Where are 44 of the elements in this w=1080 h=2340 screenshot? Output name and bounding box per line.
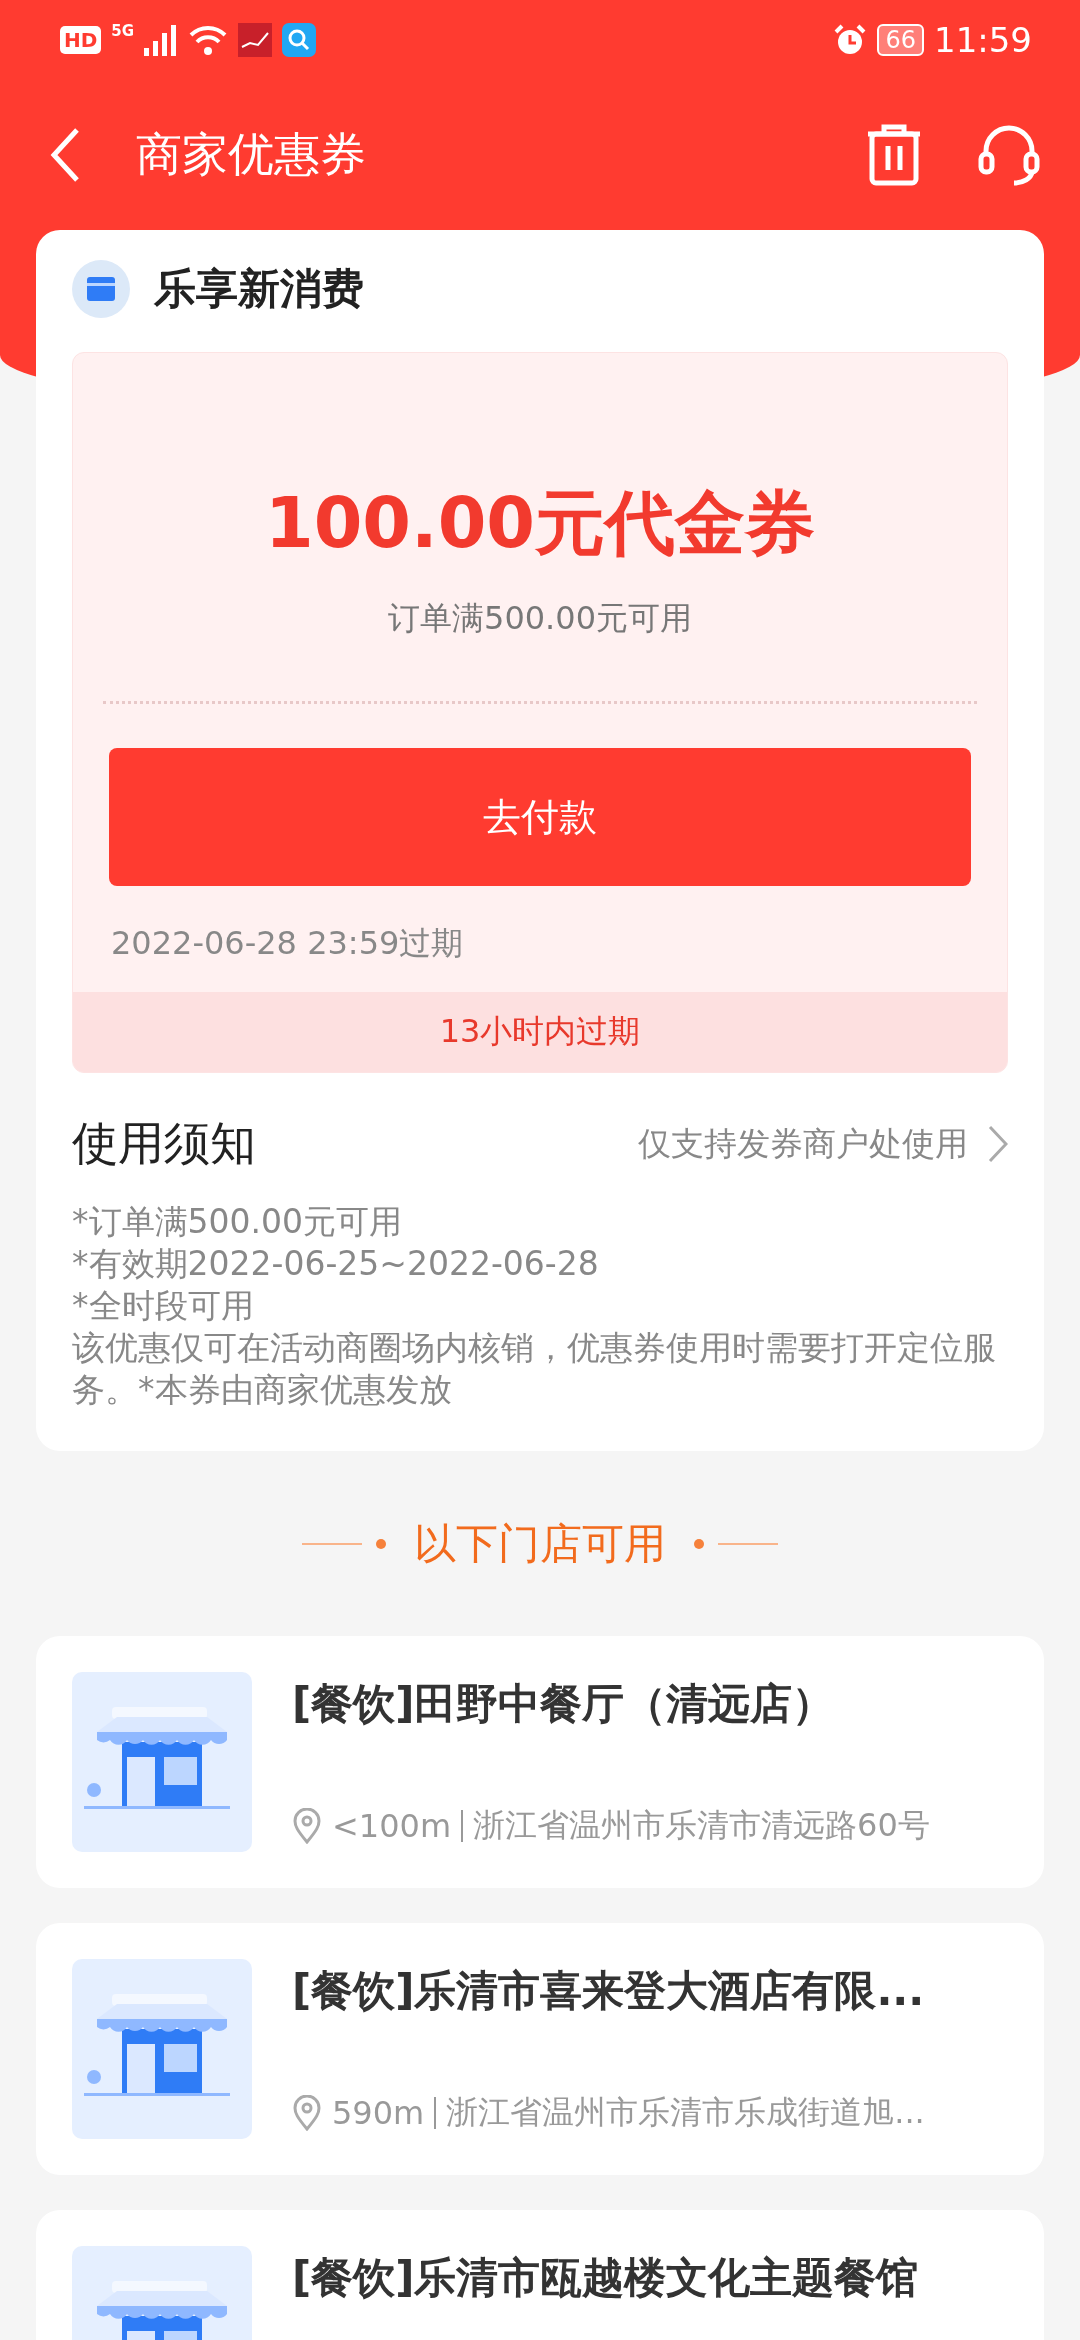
location-pin-icon xyxy=(292,2095,322,2131)
shop-icon xyxy=(72,1959,252,2139)
store-name: [餐饮]田野中餐厅（清远店） xyxy=(292,1678,836,1730)
shop-icon xyxy=(72,1672,252,1852)
wifi-icon xyxy=(188,24,229,56)
page-title: 商家优惠券 xyxy=(136,126,367,183)
notice-text: *全时段可用 xyxy=(72,1285,255,1327)
notice-title: 使用须知 xyxy=(72,1115,257,1172)
dot-icon xyxy=(694,1538,704,1549)
store-card[interactable]: [餐饮]乐清市瓯越楼文化主题餐馆 xyxy=(36,2210,1044,2340)
clock-time: 11:59 xyxy=(934,20,1032,60)
store-distance: 590m xyxy=(332,2094,425,2132)
merchant-name: 乐享新消费 xyxy=(154,263,364,315)
coupon-condition: 订单满500.00元可用 xyxy=(387,598,693,639)
back-icon[interactable] xyxy=(50,127,80,183)
hd-badge: HD xyxy=(60,26,102,54)
alarm-icon xyxy=(833,23,868,57)
store-name: [餐饮]乐清市喜来登大酒店有限... xyxy=(292,1965,926,2017)
pay-button[interactable]: 去付款 xyxy=(109,748,971,886)
store-card[interactable]: [餐饮]田野中餐厅（清远店） <100m 浙江省温州市乐清市清远路60号 xyxy=(36,1636,1044,1888)
store-address: 浙江省温州市乐清市清远路60号 xyxy=(473,1805,930,1846)
store-card[interactable]: [餐饮]乐清市喜来登大酒店有限... 590m 浙江省温州市乐清市乐成街道旭... xyxy=(36,1923,1044,2175)
notice-text: 该优惠仅可在活动商圈场内核销，优惠券使用时需要打开定位服务。*本券由商家优惠发放 xyxy=(72,1327,997,1411)
chart-app-icon xyxy=(238,23,273,57)
search-app-icon xyxy=(282,23,317,57)
notice-text: *有效期2022-06-25~2022-06-28 xyxy=(72,1243,600,1285)
store-distance: <100m xyxy=(332,1807,452,1845)
location-pin-icon xyxy=(292,1808,322,1844)
signal-icon xyxy=(144,24,179,56)
network-type: 5G xyxy=(111,22,135,40)
headset-icon[interactable] xyxy=(978,124,1040,186)
store-icon xyxy=(72,260,130,318)
notice-text: *订单满500.00元可用 xyxy=(72,1201,403,1243)
store-name: [餐饮]乐清市瓯越楼文化主题餐馆 xyxy=(292,2252,920,2304)
dot-icon xyxy=(376,1538,386,1549)
usage-scope-link[interactable]: 仅支持发券商户处使用 xyxy=(638,1121,968,1167)
chevron-right-icon[interactable] xyxy=(988,1125,1008,1163)
expiry-date: 2022-06-28 23:59过期 xyxy=(110,923,465,964)
battery-level: 66 xyxy=(877,24,924,56)
expiry-notice: 13小时内过期 xyxy=(73,992,1007,1072)
stores-heading: 以下门店可用 xyxy=(414,1517,666,1570)
store-address: 浙江省温州市乐清市乐成街道旭... xyxy=(446,2092,925,2133)
coupon-amount: 100.00元代金券 xyxy=(263,481,817,566)
trash-icon[interactable] xyxy=(866,124,922,186)
